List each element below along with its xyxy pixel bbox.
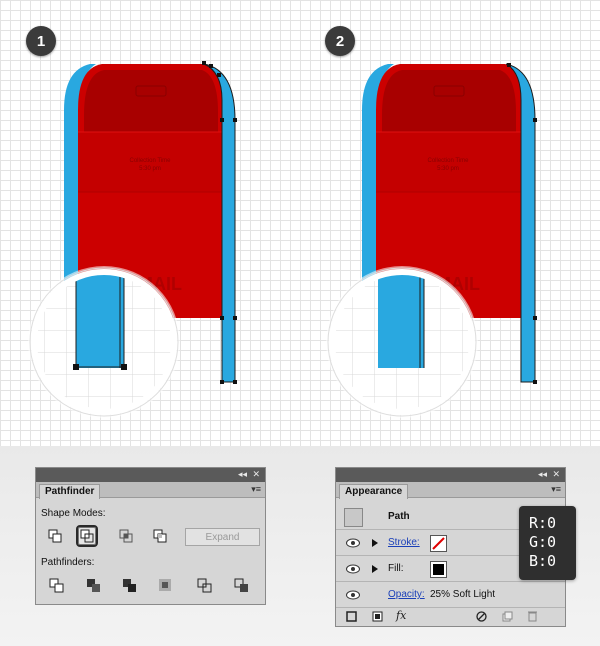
minus-back-icon: [234, 578, 248, 592]
expand-button[interactable]: Expand: [185, 528, 260, 546]
panel-tab-row: Appearance ▾≡: [336, 482, 565, 499]
step-badge-1: 1: [26, 26, 56, 56]
artwork-scene: Collection Time 5:30 pm MAIL Collection …: [28, 61, 537, 418]
red-hood: [382, 70, 516, 132]
blue-value: B:0: [529, 552, 557, 570]
collapse-icon[interactable]: ◂◂: [238, 469, 247, 480]
red-hood: [84, 70, 218, 132]
unite-icon: [48, 529, 62, 543]
stroke-none-swatch[interactable]: [430, 535, 447, 552]
crop-icon: [159, 579, 171, 591]
mailbox-step-1: Collection Time 5:30 pm MAIL: [28, 61, 237, 418]
merge-icon: [123, 579, 136, 592]
disclosure-triangle-icon[interactable]: [372, 565, 378, 573]
panel-tab-row: Pathfinder ▾≡: [36, 482, 265, 499]
collapse-icon[interactable]: ◂◂: [538, 469, 547, 480]
outline-icon: [197, 578, 212, 593]
rgb-value-tooltip: R:0 G:0 B:0: [519, 506, 576, 580]
panel-menu-icon[interactable]: ▾≡: [251, 484, 261, 495]
opacity-row[interactable]: Opacity: 25% Soft Light: [336, 583, 565, 608]
visibility-eye-icon[interactable]: [346, 538, 360, 548]
crop-button[interactable]: [155, 575, 177, 597]
mailbox-step-2: Collection Time 5:30 pm MAIL: [326, 63, 537, 418]
close-icon[interactable]: ✕: [252, 469, 260, 480]
unite-button[interactable]: [44, 525, 66, 547]
divide-button[interactable]: [46, 575, 68, 597]
visibility-eye-icon[interactable]: [346, 564, 360, 574]
trim-icon: [87, 579, 100, 592]
path-label: Path: [388, 511, 410, 522]
step-badge-2: 2: [325, 26, 355, 56]
fx-menu-icon[interactable]: fx: [396, 609, 406, 622]
minus-front-button[interactable]: [76, 525, 98, 547]
add-fill-icon[interactable]: [372, 611, 383, 622]
stroke-link[interactable]: Stroke:: [388, 537, 420, 548]
opacity-value: 25% Soft Light: [430, 589, 496, 600]
intersect-icon: [119, 529, 133, 543]
fill-color-chip: [433, 564, 444, 575]
tab-appearance[interactable]: Appearance: [339, 484, 409, 499]
collection-time-label: Collection Time: [427, 158, 469, 164]
clear-appearance-icon[interactable]: [476, 611, 487, 622]
panel-title-bar[interactable]: ◂◂ ✕: [336, 468, 565, 482]
pathfinders-label: Pathfinders:: [41, 557, 95, 568]
trim-button[interactable]: [83, 575, 105, 597]
intersect-button[interactable]: [115, 525, 137, 547]
outline-button[interactable]: [194, 575, 216, 597]
artboard-canvas: Collection Time 5:30 pm MAIL Collection …: [0, 0, 600, 446]
exclude-icon: [153, 529, 167, 543]
tab-pathfinder[interactable]: Pathfinder: [39, 484, 101, 499]
pathfinder-panel: ◂◂ ✕ Pathfinder ▾≡ Shape Modes: Expand P…: [35, 467, 266, 605]
path-thumbnail: [344, 508, 363, 527]
shape-modes-label: Shape Modes:: [41, 508, 106, 519]
minus-front-icon: [80, 529, 94, 543]
visibility-eye-icon[interactable]: [346, 590, 360, 600]
duplicate-item-icon[interactable]: [502, 611, 513, 622]
collection-time-value: 5:30 pm: [139, 166, 161, 172]
fill-black-swatch[interactable]: [430, 561, 447, 578]
green-value: G:0: [529, 533, 557, 551]
trash-icon[interactable]: [527, 610, 538, 622]
collection-time-value: 5:30 pm: [437, 166, 459, 172]
collection-time-label: Collection Time: [129, 158, 171, 164]
divide-icon: [49, 578, 64, 593]
none-slash-icon: [432, 537, 445, 550]
exclude-button[interactable]: [149, 525, 171, 547]
opacity-link[interactable]: Opacity:: [388, 589, 425, 600]
panel-title-bar[interactable]: ◂◂ ✕: [36, 468, 265, 482]
minus-back-button[interactable]: [231, 575, 253, 597]
merge-button[interactable]: [119, 575, 141, 597]
panel-menu-icon[interactable]: ▾≡: [551, 484, 561, 495]
close-icon[interactable]: ✕: [552, 469, 560, 480]
disclosure-triangle-icon[interactable]: [372, 539, 378, 547]
appearance-footer: fx: [336, 606, 565, 626]
add-stroke-icon[interactable]: [346, 611, 357, 622]
fill-label: Fill:: [388, 563, 404, 574]
red-value: R:0: [529, 514, 557, 532]
